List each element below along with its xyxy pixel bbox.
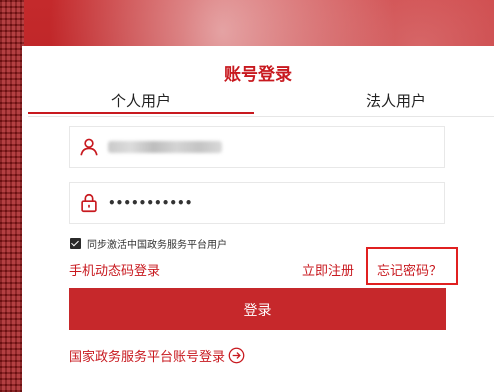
tab-personal-user[interactable]: 个人用户 <box>28 90 254 111</box>
password-field[interactable]: ••••••••••• <box>69 182 445 224</box>
gov-platform-login-label: 国家政务服务平台账号登录 <box>69 350 226 365</box>
lock-icon <box>81 193 97 213</box>
active-tab-indicator <box>28 112 254 114</box>
password-value: ••••••••••• <box>108 196 193 210</box>
login-button[interactable]: 登录 <box>69 288 446 330</box>
tab-legal-user[interactable]: 法人用户 <box>298 90 494 111</box>
gov-platform-login-link[interactable]: 国家政务服务平台账号登录 <box>69 346 245 365</box>
register-link[interactable]: 立即注册 <box>302 260 354 279</box>
sync-activation[interactable]: 同步激活中国政务服务平台用户 <box>70 236 227 251</box>
username-value-blurred <box>108 141 222 153</box>
arrow-right-circle-icon <box>228 347 245 364</box>
login-tabs: 个人用户 法人用户 <box>28 90 494 116</box>
sync-checkbox-label: 同步激活中国政务服务平台用户 <box>87 239 227 251</box>
username-field[interactable] <box>69 126 445 168</box>
sync-checkbox[interactable] <box>70 237 81 249</box>
sms-login-link[interactable]: 手机动态码登录 <box>69 260 160 279</box>
background-building <box>0 0 24 392</box>
forgot-password-link[interactable]: 忘记密码？ <box>377 260 442 279</box>
user-icon <box>80 138 98 156</box>
page-title: 账号登录 <box>224 65 292 85</box>
tabs-divider <box>28 116 494 117</box>
login-card: 账号登录 个人用户 法人用户 ••••••••••• 同步激活中国政务服务平台用… <box>22 46 494 392</box>
